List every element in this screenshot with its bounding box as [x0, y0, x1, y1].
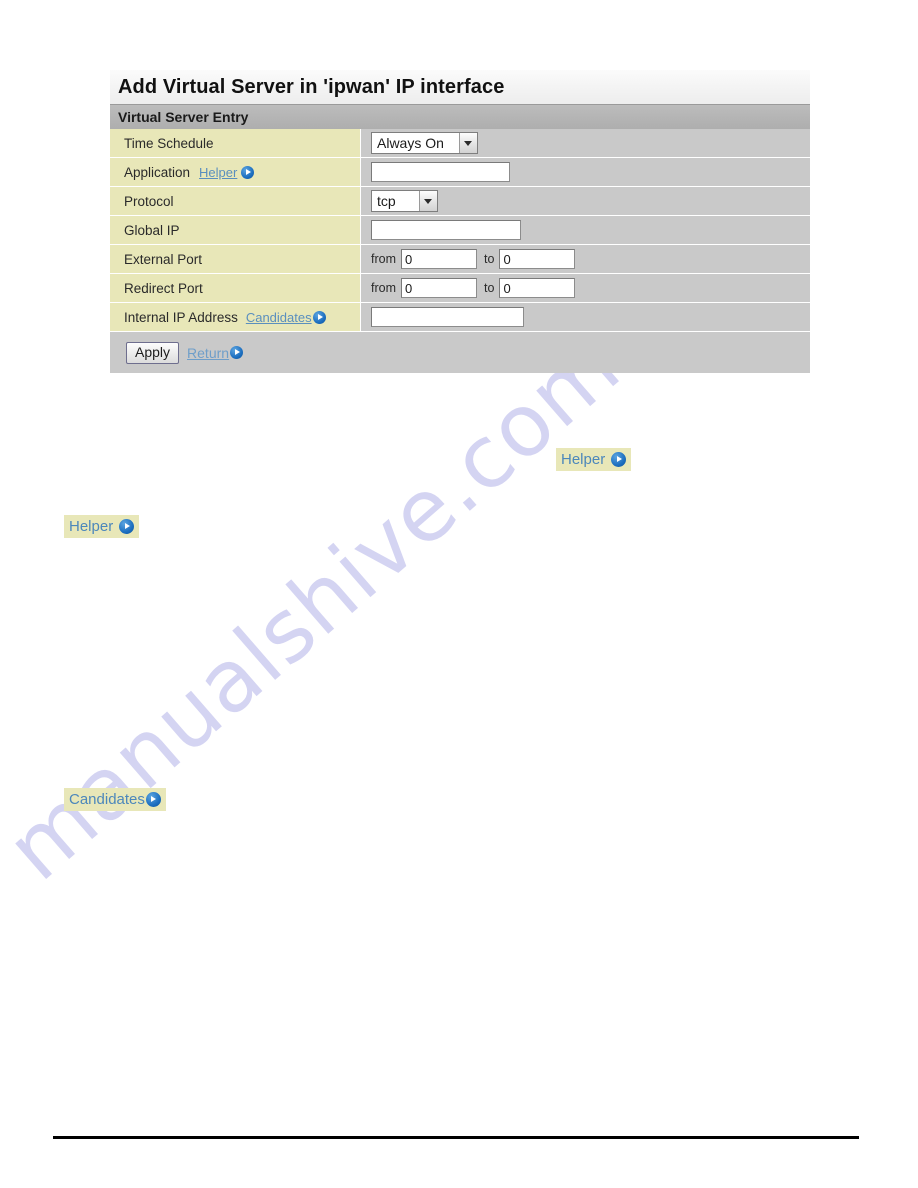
- helper-link[interactable]: Helper: [199, 164, 255, 180]
- callout-badge-label: Candidates: [69, 791, 145, 808]
- external-port-to-input[interactable]: [499, 249, 576, 269]
- callout-badge-helper-top[interactable]: Helper: [556, 448, 632, 471]
- callout-badge-label: Helper: [561, 451, 606, 468]
- form-row-redirect-port: Redirect Port from to: [110, 274, 810, 303]
- global-ip-input[interactable]: [371, 220, 521, 240]
- field-label-internal-ip-address: Internal IP Address: [124, 309, 238, 325]
- redirect-port-to-input[interactable]: [499, 278, 576, 298]
- redirect-port-from-input[interactable]: [401, 278, 477, 298]
- apply-button[interactable]: Apply: [126, 341, 180, 364]
- blue-circle-play-icon: [241, 165, 255, 179]
- chevron-down-icon[interactable]: [459, 133, 477, 153]
- helper-link-label: Helper: [199, 164, 238, 180]
- value-cell-global-ip: [361, 216, 810, 244]
- callout-badge-candidates[interactable]: Candidates: [64, 788, 166, 811]
- field-label-application: Application: [124, 164, 191, 180]
- page-title: Add Virtual Server in 'ipwan' IP interfa…: [110, 70, 810, 105]
- internal-ip-address-input[interactable]: [371, 307, 524, 327]
- field-label-global-ip: Global IP: [124, 222, 180, 238]
- application-input[interactable]: [371, 162, 510, 182]
- watermark-text: manualshive.com: [0, 316, 639, 900]
- label-cell-internal-ip-address: Internal IP Address Candidates: [110, 303, 361, 331]
- blue-circle-play-icon: [611, 452, 627, 467]
- label-cell-time-schedule: Time Schedule: [110, 129, 361, 157]
- blue-circle-play-icon: [230, 346, 244, 359]
- value-cell-redirect-port: from to: [361, 274, 810, 302]
- section-header-virtual-server-entry: Virtual Server Entry: [110, 105, 810, 129]
- label-cell-external-port: External Port: [110, 245, 361, 273]
- form-row-external-port: External Port from to: [110, 245, 810, 274]
- form-row-application: Application Helper: [110, 158, 810, 187]
- return-link[interactable]: Return: [187, 344, 244, 361]
- redirect-port-to-label: to: [484, 281, 495, 295]
- time-schedule-selected-value: Always On: [372, 133, 459, 153]
- footer-divider: [53, 1136, 859, 1139]
- form-row-protocol: Protocol tcp: [110, 187, 810, 216]
- blue-circle-play-icon: [119, 519, 135, 534]
- field-label-external-port: External Port: [124, 251, 203, 267]
- value-cell-time-schedule: Always On: [361, 129, 810, 157]
- value-cell-external-port: from to: [361, 245, 810, 273]
- label-cell-application: Application Helper: [110, 158, 361, 186]
- candidates-link[interactable]: Candidates: [246, 310, 326, 325]
- virtual-server-panel: Add Virtual Server in 'ipwan' IP interfa…: [110, 70, 810, 373]
- redirect-port-from-label: from: [371, 281, 396, 295]
- label-cell-protocol: Protocol: [110, 187, 361, 215]
- blue-circle-play-icon: [145, 792, 161, 807]
- label-cell-global-ip: Global IP: [110, 216, 361, 244]
- callout-badge-helper-left[interactable]: Helper: [64, 515, 140, 538]
- return-link-label: Return: [187, 344, 230, 361]
- chevron-down-icon[interactable]: [419, 191, 437, 211]
- protocol-selected-value: tcp: [372, 191, 419, 211]
- external-port-to-label: to: [484, 252, 495, 266]
- time-schedule-select[interactable]: Always On: [371, 132, 478, 154]
- external-port-from-label: from: [371, 252, 396, 266]
- form-actions-bar: Apply Return: [110, 332, 810, 373]
- blue-circle-play-icon: [312, 310, 326, 324]
- value-cell-protocol: tcp: [361, 187, 810, 215]
- field-label-time-schedule: Time Schedule: [124, 135, 214, 151]
- candidates-link-label: Candidates: [245, 309, 312, 325]
- form-row-time-schedule: Time Schedule Always On: [110, 129, 810, 158]
- external-port-from-input[interactable]: [401, 249, 477, 269]
- label-cell-redirect-port: Redirect Port: [110, 274, 361, 302]
- value-cell-internal-ip-address: [361, 303, 810, 331]
- form-row-internal-ip-address: Internal IP Address Candidates: [110, 303, 810, 332]
- field-label-protocol: Protocol: [124, 193, 174, 209]
- protocol-select[interactable]: tcp: [371, 190, 438, 212]
- value-cell-application: [361, 158, 810, 186]
- field-label-redirect-port: Redirect Port: [124, 280, 203, 296]
- callout-badge-label: Helper: [69, 518, 114, 535]
- form-row-global-ip: Global IP: [110, 216, 810, 245]
